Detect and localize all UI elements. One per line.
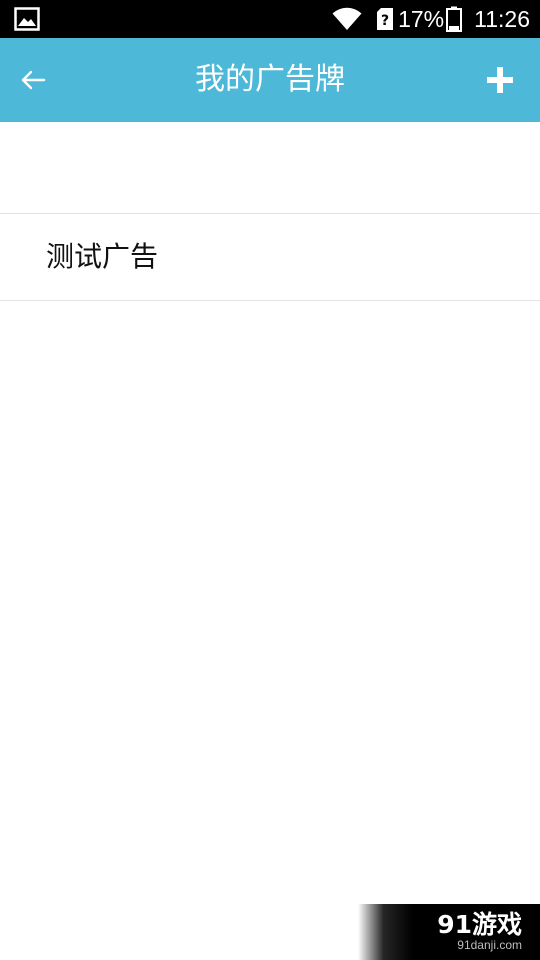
app-bar: 我的广告牌 [0,38,540,122]
list-item-label: 测试广告 [46,240,159,273]
wifi-icon [332,7,362,30]
sim-unknown-icon: ? [377,8,394,30]
gallery-icon [14,7,40,31]
battery-icon [446,6,463,32]
svg-text:?: ? [381,13,389,29]
list-header-spacer [0,122,540,213]
add-button[interactable] [478,58,522,102]
watermark-site: 91danji.com [457,938,522,952]
status-clock: 11:26 [474,6,530,32]
watermark: 91游戏 91danji.com [358,904,540,960]
page-title: 我的广告牌 [195,62,345,97]
status-bar: ? 17% 11:26 [0,0,540,38]
divider [0,300,540,301]
watermark-logo: 91游戏 [437,910,522,938]
watermark-logo-text: 91游戏 [437,910,522,938]
battery-percentage: 17% [398,6,445,32]
list-item[interactable]: 测试广告 [0,214,540,300]
plus-icon [487,67,513,93]
status-indicators: ? 17% 11:26 [332,0,530,38]
